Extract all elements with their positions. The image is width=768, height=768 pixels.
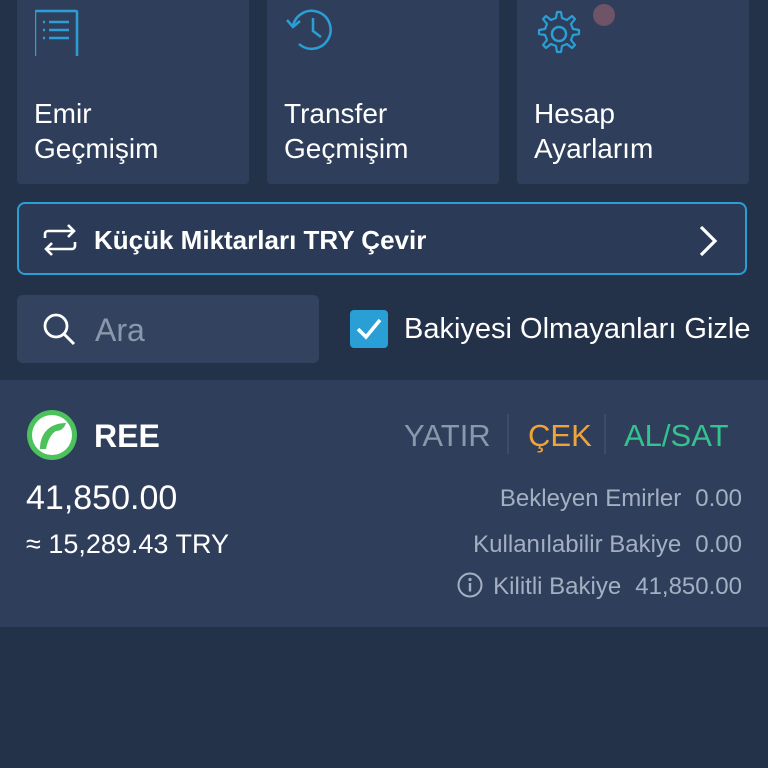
detail-label: Kullanılabilir Bakiye <box>473 531 682 558</box>
available-balance-row: Kullanılabilir Bakiye 0.00 <box>473 531 742 559</box>
withdraw-button[interactable]: ÇEK <box>528 418 592 454</box>
tile-account-settings[interactable]: Hesap Ayarlarım <box>517 0 749 184</box>
locked-balance-row: Kilitli Bakiye 41,850.00 <box>457 572 742 601</box>
detail-label: Kilitli Bakiye <box>493 573 622 600</box>
tile-order-history[interactable]: Emir Geçmişim <box>17 0 249 184</box>
asset-try-value: ≈ 15,289.43 TRY <box>26 529 229 559</box>
tile-label: Emir Geçmişim <box>34 98 159 164</box>
tile-transfer-history[interactable]: Transfer Geçmişim <box>267 0 499 184</box>
chevron-right-icon <box>699 225 718 257</box>
hide-zero-balances-label[interactable]: Bakiyesi Olmayanları Gizle <box>404 313 751 346</box>
detail-label: Bekleyen Emirler <box>499 485 682 512</box>
info-icon[interactable] <box>457 572 483 598</box>
asset-balance: 41,850.00 <box>26 479 178 517</box>
coin-logo-icon <box>27 410 77 460</box>
document-list-icon <box>35 9 79 56</box>
notification-dot <box>593 4 615 26</box>
swap-arrows-icon <box>43 224 77 256</box>
history-icon <box>286 9 332 51</box>
hide-zero-balances-checkbox[interactable] <box>350 310 388 348</box>
search-icon <box>43 313 76 346</box>
detail-value: 41,850.00 <box>635 573 742 600</box>
trade-button[interactable]: AL/SAT <box>624 418 729 454</box>
divider <box>604 414 606 454</box>
detail-value: 0.00 <box>695 531 742 558</box>
deposit-button[interactable]: YATIR <box>404 418 491 454</box>
search-box[interactable] <box>17 295 319 363</box>
tile-label: Transfer Geçmişim <box>284 98 409 164</box>
tile-label: Hesap Ayarlarım <box>534 98 654 164</box>
detail-value: 0.00 <box>695 485 742 512</box>
gear-icon <box>537 10 581 54</box>
pending-orders-row: Bekleyen Emirler 0.00 <box>500 485 742 513</box>
asset-symbol: REE <box>94 418 160 454</box>
divider <box>507 414 509 454</box>
convert-label: Küçük Miktarları TRY Çevir <box>94 225 427 255</box>
search-input[interactable] <box>93 307 307 353</box>
checkmark-icon <box>356 318 382 340</box>
convert-small-amounts-button[interactable]: Küçük Miktarları TRY Çevir <box>17 202 747 275</box>
